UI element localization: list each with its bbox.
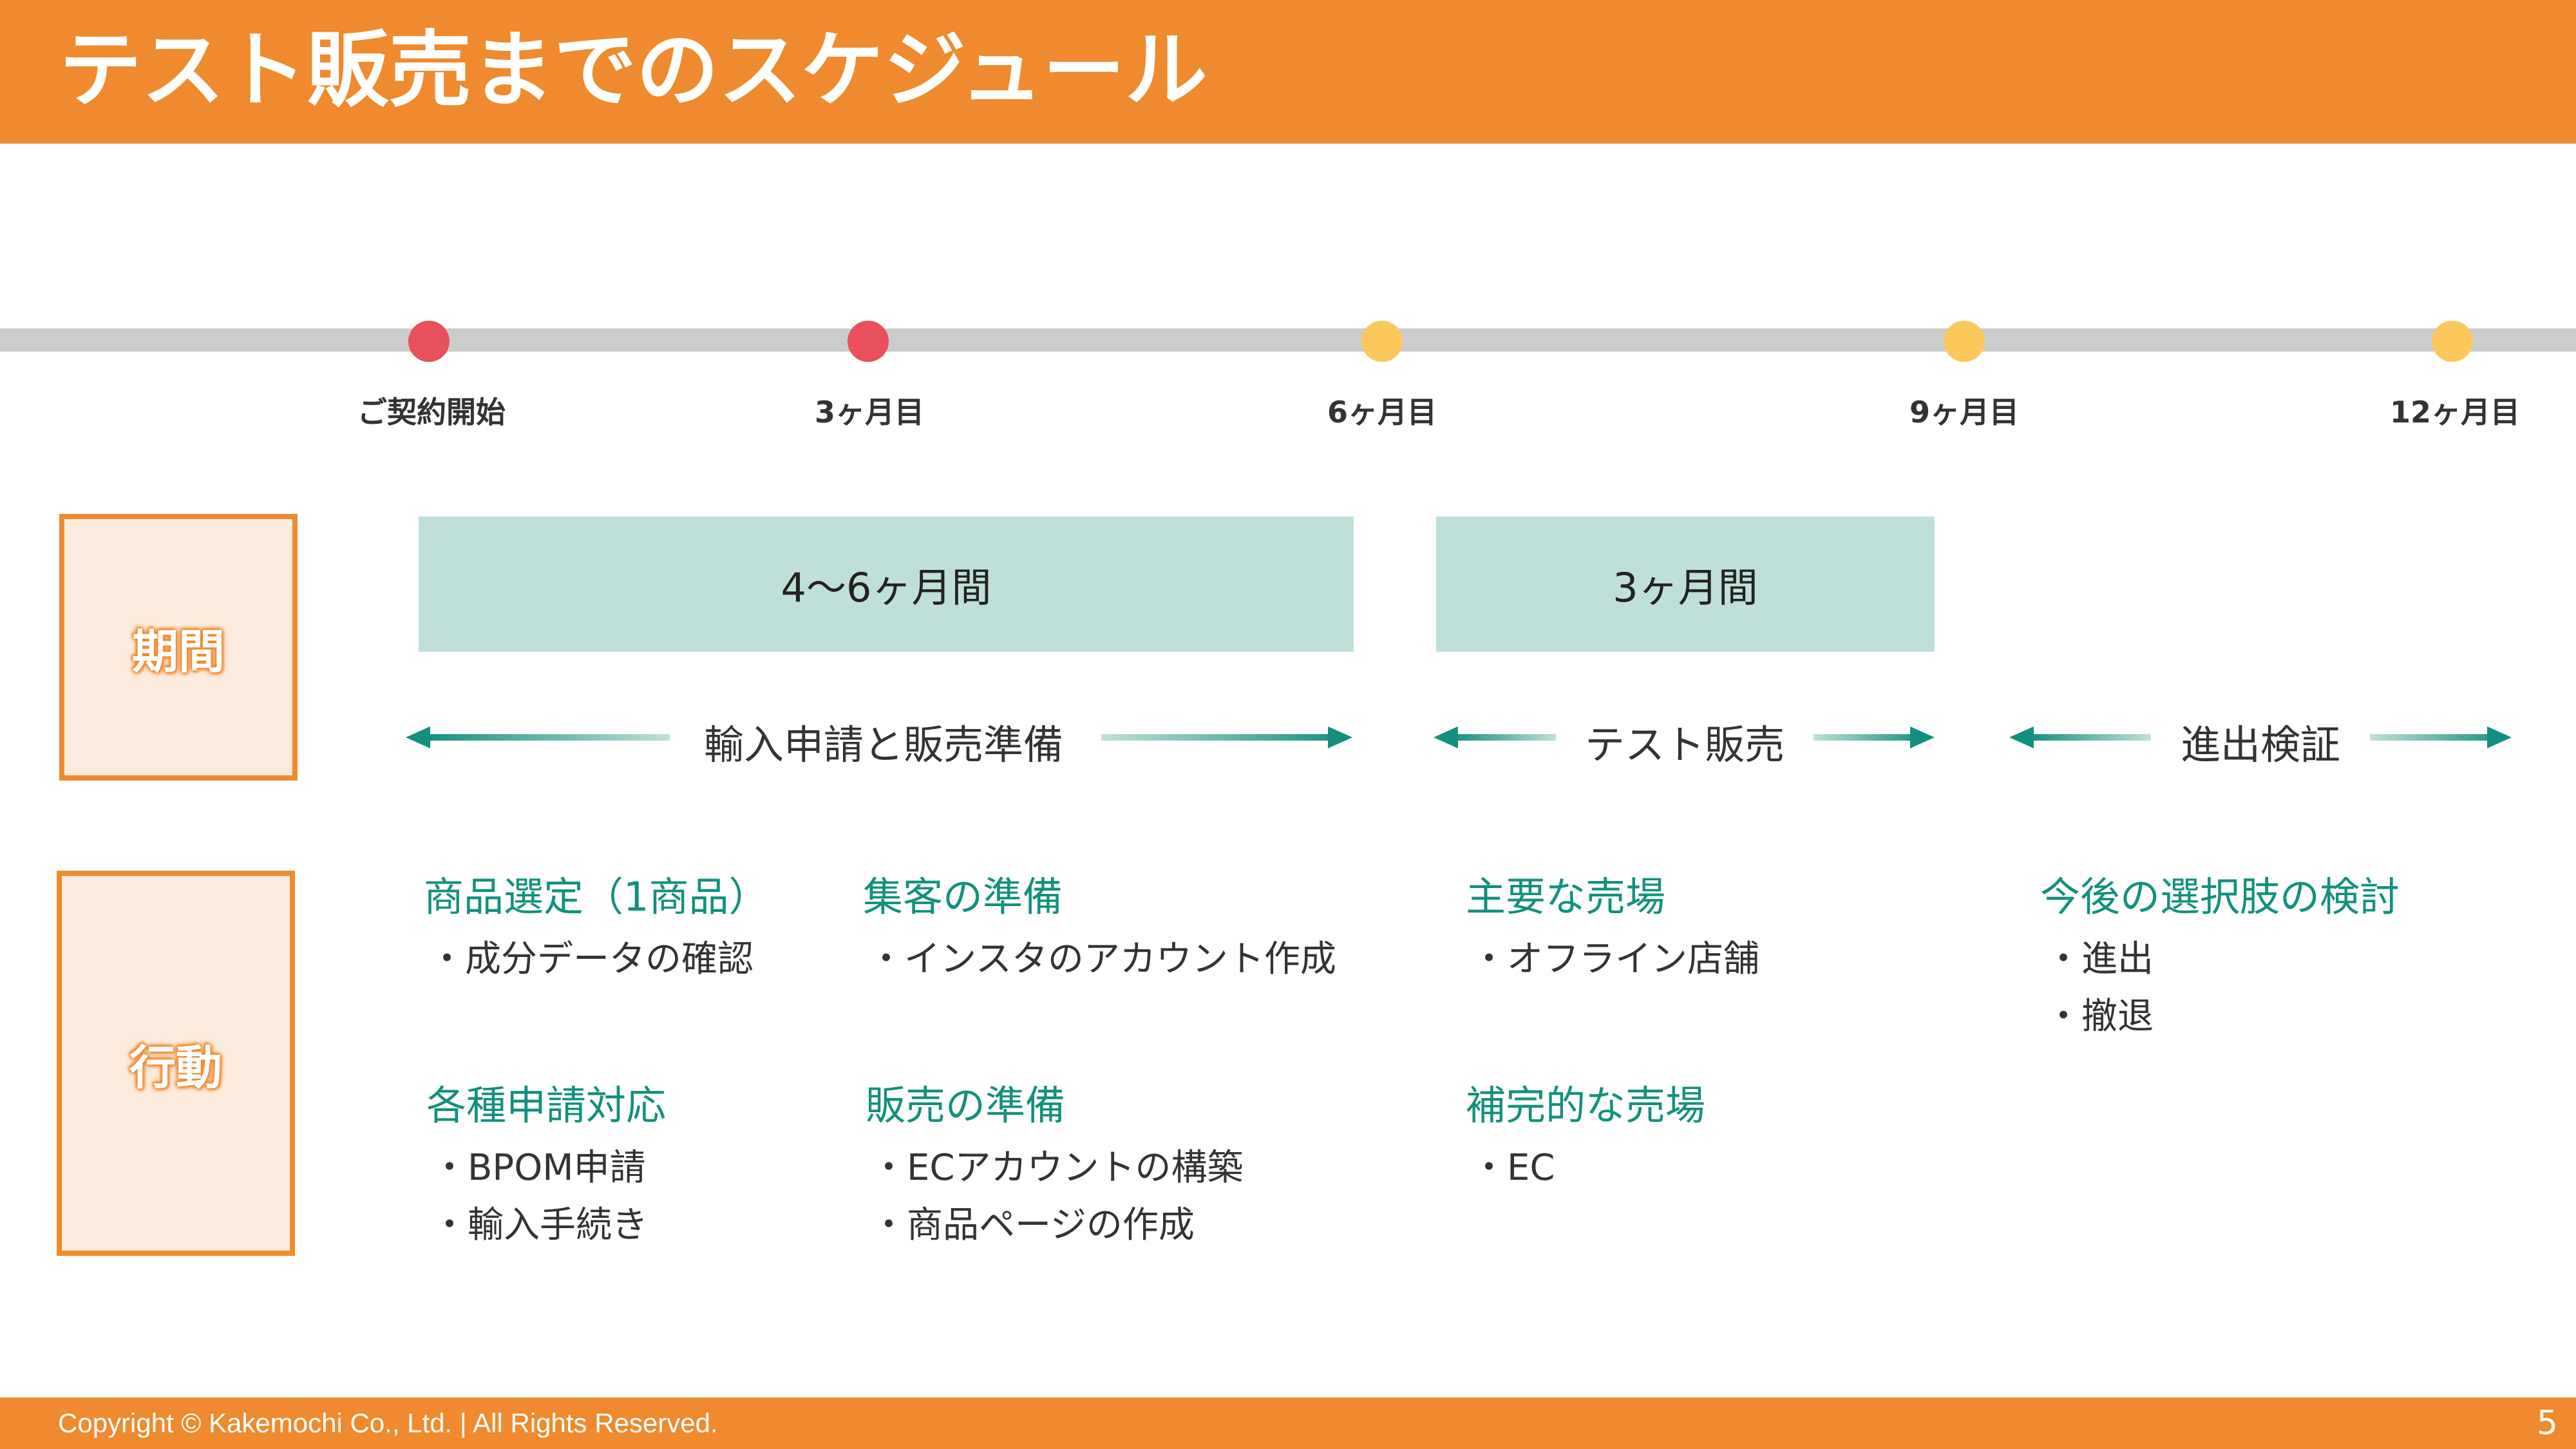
action-item: ・商品ページの作成 [871, 1204, 1195, 1246]
action-group-sales-prep: 販売の準備 ・ECアカウントの構築 ・商品ページの作成 [866, 1073, 1243, 1248]
action-group-supplementary-channels: 補完的な売場 ・EC [1466, 1073, 1705, 1191]
action-item: ・BPOM申請 [431, 1147, 646, 1189]
action-item: ・撤退 [2045, 996, 2154, 1037]
period-box-test: 3ヶ月間 [1436, 516, 1935, 652]
milestone-dot-12m [2432, 321, 2473, 362]
page-title: テスト販売までのスケジュール [59, 23, 1208, 118]
action-item: ・EC [1471, 1147, 1555, 1189]
action-item: ・進出 [2045, 938, 2154, 980]
action-group-customer-prep: 集客の準備 ・インスタのアカウント作成 [863, 864, 1336, 982]
phase-label-test: テスト販売 [1565, 712, 1804, 770]
milestone-dot-9m [1944, 321, 1985, 362]
action-group-product-selection: 商品選定（1商品） ・成分データの確認 [424, 864, 768, 982]
milestone-label-9m: 9ヶ月目 [1909, 395, 2020, 430]
milestone-label-start: ご契約開始 [357, 395, 506, 430]
period-row-label: 期間 [131, 624, 225, 679]
action-heading: 補完的な売場 [1466, 1082, 1706, 1129]
action-heading: 今後の選択肢の検討 [2040, 873, 2400, 920]
action-row-label: 行動 [129, 1040, 222, 1095]
action-item: ・ECアカウントの構築 [871, 1147, 1244, 1189]
timeline-bar [0, 328, 2576, 352]
action-heading: 各種申請対応 [426, 1082, 667, 1129]
action-heading: 販売の準備 [866, 1082, 1066, 1129]
copyright-text: Copyright © Kakemochi Co., Ltd. | All Ri… [58, 1408, 718, 1438]
action-item: ・インスタのアカウント作成 [868, 938, 1336, 980]
page-number: 5 [2536, 1404, 2558, 1443]
action-group-future-options: 今後の選択肢の検討 ・進出 ・撤退 [2040, 864, 2400, 1039]
action-row-header: 行動 [57, 871, 295, 1256]
action-item: ・オフライン店舗 [1471, 938, 1759, 980]
action-item: ・輸入手続き [431, 1204, 648, 1246]
milestone-label-12m: 12ヶ月目 [2389, 395, 2521, 430]
milestone-dot-start [408, 321, 450, 362]
milestone-label-6m: 6ヶ月目 [1327, 395, 1437, 430]
action-heading: 商品選定（1商品） [424, 873, 769, 920]
phase-label-prep: 輸入申請と販売準備 [684, 712, 1083, 770]
period-box-prep: 4〜6ヶ月間 [419, 516, 1354, 652]
action-heading: 主要な売場 [1466, 873, 1666, 920]
phase-label-verify: 進出検証 [2161, 712, 2360, 770]
action-heading: 集客の準備 [863, 873, 1063, 920]
milestone-dot-3m [848, 321, 889, 362]
action-group-main-channels: 主要な売場 ・オフライン店舗 [1466, 864, 1759, 982]
action-item: ・成分データの確認 [429, 938, 753, 980]
milestone-dot-6m [1361, 321, 1403, 362]
milestone-label-3m: 3ヶ月目 [814, 395, 925, 430]
action-group-applications: 各種申請対応 ・BPOM申請 ・輸入手続き [426, 1073, 666, 1248]
